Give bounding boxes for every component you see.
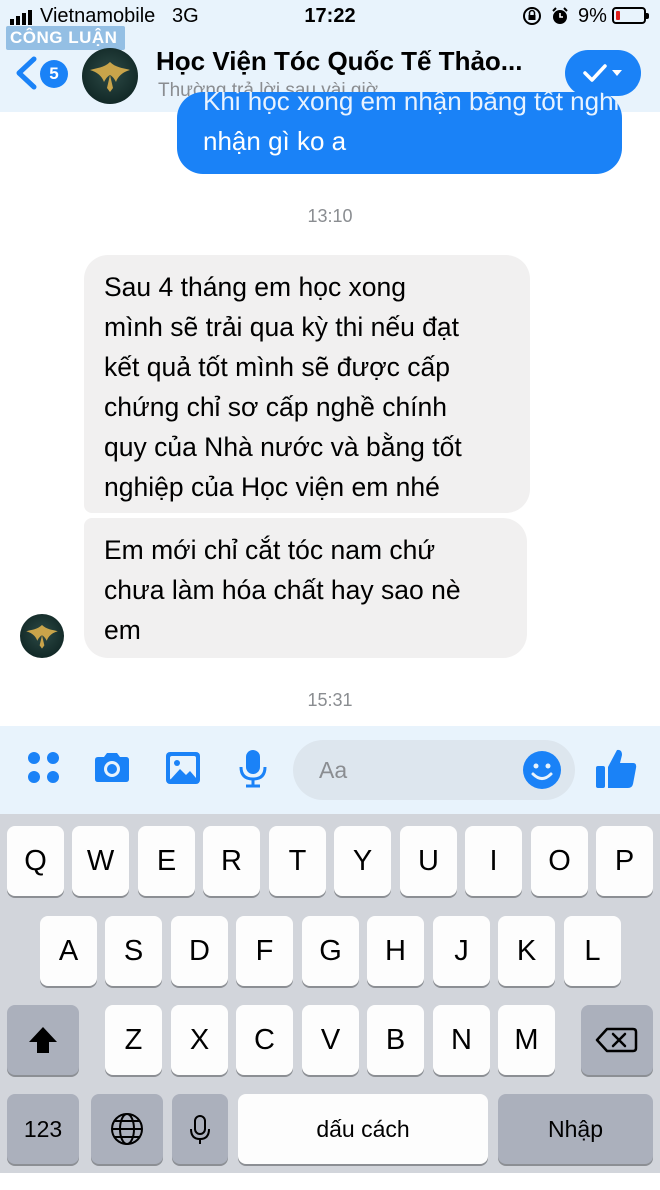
- microphone-icon[interactable]: [233, 748, 273, 788]
- message-line: kết quả tốt mình sẽ được cấp: [104, 352, 450, 382]
- key-b[interactable]: B: [367, 1005, 424, 1075]
- check-chevron-icon: [583, 64, 622, 82]
- message-timestamp: 15:31: [307, 690, 353, 710]
- microphone-icon: [190, 1115, 210, 1144]
- camera-icon[interactable]: [92, 748, 132, 788]
- key-m[interactable]: M: [498, 1005, 555, 1075]
- keyboard: Q W E R T Y U I O P A S D F G H J K L Z …: [0, 814, 660, 1173]
- key-o[interactable]: O: [531, 826, 588, 896]
- message-input-placeholder: Aa: [319, 757, 348, 783]
- academy-logo-icon: [90, 62, 130, 92]
- key-z[interactable]: Z: [105, 1005, 162, 1075]
- key-j[interactable]: J: [433, 916, 490, 986]
- key-e[interactable]: E: [138, 826, 195, 896]
- backspace-icon: [595, 1027, 638, 1053]
- unread-count-badge[interactable]: 5: [40, 60, 68, 88]
- message-line: chứng chỉ sơ cấp nghề chính: [104, 392, 448, 422]
- menu-dots-icon[interactable]: [24, 748, 64, 788]
- message-line: mình sẽ trải qua kỳ thi nếu đạt: [104, 312, 460, 342]
- photo-icon[interactable]: [163, 748, 203, 788]
- incoming-message-bubble[interactable]: Sau 4 tháng em học xong mình sẽ trải qua…: [84, 255, 530, 513]
- alarm-icon: [552, 7, 568, 24]
- key-r[interactable]: R: [203, 826, 260, 896]
- key-s[interactable]: S: [105, 916, 162, 986]
- outgoing-message-bubble[interactable]: Khi học xong em nhận bằng tốt nghiệp chứ…: [177, 92, 622, 174]
- key-w[interactable]: W: [72, 826, 129, 896]
- message-line: Em mới chỉ cắt tóc nam chứ: [104, 535, 436, 565]
- chat-title[interactable]: Học Viện Tóc Quốc Tế Thảo...: [156, 46, 522, 77]
- shift-arrow-icon: [29, 1027, 57, 1053]
- academy-logo-icon: [26, 625, 58, 649]
- watermark-logo: CÔNG LUẬN: [6, 26, 126, 50]
- message-line: nghiệp của Học viện em nhé: [104, 472, 440, 502]
- message-timestamp: 13:10: [307, 206, 353, 226]
- thumbs-up-icon[interactable]: [593, 746, 639, 792]
- key-c[interactable]: C: [236, 1005, 293, 1075]
- key-y[interactable]: Y: [334, 826, 391, 896]
- key-p[interactable]: P: [596, 826, 653, 896]
- outgoing-message-partial-text: Khi học xong em nhận bằng tốt nghiệp chứ…: [203, 92, 622, 116]
- back-chevron-icon[interactable]: [14, 56, 38, 90]
- space-key[interactable]: dấu cách: [238, 1094, 488, 1164]
- key-v[interactable]: V: [302, 1005, 359, 1075]
- message-line: quy của Nhà nước và bằng tốt: [104, 432, 462, 462]
- key-l[interactable]: L: [564, 916, 621, 986]
- incoming-message-bubble[interactable]: Em mới chỉ cắt tóc nam chứ chưa làm hóa …: [84, 518, 527, 658]
- battery-percent: 9%: [578, 5, 607, 27]
- key-f[interactable]: F: [236, 916, 293, 986]
- numbers-key[interactable]: 123: [7, 1094, 79, 1164]
- key-i[interactable]: I: [465, 826, 522, 896]
- outgoing-message-text: nhận gì ko a: [203, 126, 347, 156]
- rotation-lock-icon: [523, 7, 541, 25]
- battery-icon: [612, 7, 649, 24]
- message-line: Sau 4 tháng em học xong: [104, 272, 407, 302]
- key-u[interactable]: U: [400, 826, 457, 896]
- globe-key[interactable]: [91, 1094, 163, 1164]
- delete-key[interactable]: [581, 1005, 653, 1075]
- message-line: chưa làm hóa chất hay sao nè: [104, 575, 461, 605]
- emoji-icon[interactable]: [522, 750, 562, 790]
- key-a[interactable]: A: [40, 916, 97, 986]
- dictation-key[interactable]: [172, 1094, 228, 1164]
- key-k[interactable]: K: [498, 916, 555, 986]
- globe-icon: [111, 1113, 143, 1145]
- key-n[interactable]: N: [433, 1005, 490, 1075]
- key-d[interactable]: D: [171, 916, 228, 986]
- key-x[interactable]: X: [171, 1005, 228, 1075]
- key-g[interactable]: G: [302, 916, 359, 986]
- sender-avatar[interactable]: [20, 614, 64, 658]
- key-q[interactable]: Q: [7, 826, 64, 896]
- message-line: em: [104, 615, 141, 645]
- header-action-button[interactable]: [565, 50, 641, 96]
- key-t[interactable]: T: [269, 826, 326, 896]
- avatar[interactable]: [82, 48, 138, 104]
- key-h[interactable]: H: [367, 916, 424, 986]
- shift-key[interactable]: [7, 1005, 79, 1075]
- return-key[interactable]: Nhập: [498, 1094, 653, 1164]
